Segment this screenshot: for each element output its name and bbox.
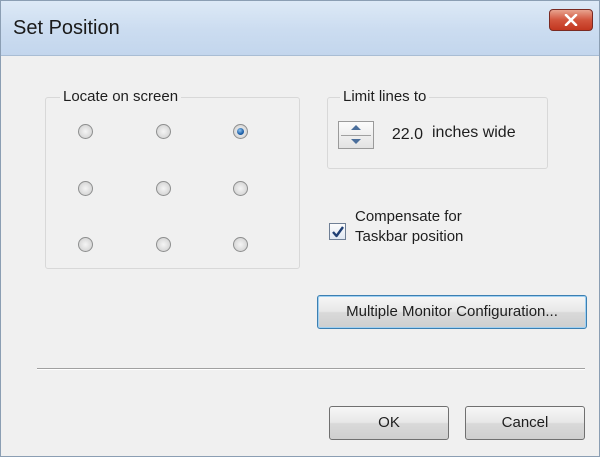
set-position-dialog: Set Position Locate on screen Limit line… [0,0,600,457]
compensate-taskbar-checkbox[interactable] [329,223,346,240]
separator [37,368,585,370]
position-radio-bottom-center[interactable] [156,237,171,252]
width-value-field[interactable]: 22.0 [374,121,427,149]
cancel-button[interactable]: Cancel [465,406,585,440]
position-radio-top-right[interactable] [233,124,248,139]
compensate-taskbar-label[interactable]: Compensate for Taskbar position [355,207,463,247]
width-unit-label: inches wide [432,124,516,141]
position-radio-middle-left[interactable] [78,181,93,196]
compensate-label-line1: Compensate for [355,208,462,225]
locate-on-screen-label: Locate on screen [60,88,182,105]
spinner-down-arrow-icon[interactable] [351,139,361,144]
limit-lines-label: Limit lines to [340,88,430,105]
close-icon [564,14,578,26]
ok-button[interactable]: OK [329,406,449,440]
spinner-up-arrow-icon[interactable] [351,125,361,130]
position-radio-top-left[interactable] [78,124,93,139]
position-radio-bottom-left[interactable] [78,237,93,252]
position-radio-middle-center[interactable] [156,181,171,196]
title-bar[interactable]: Set Position [1,1,599,56]
width-spinner[interactable] [338,121,374,149]
position-radio-top-center[interactable] [156,124,171,139]
window-title: Set Position [13,17,120,39]
position-radio-bottom-right[interactable] [233,237,248,252]
position-radio-middle-right[interactable] [233,181,248,196]
compensate-label-line2: Taskbar position [355,228,464,245]
multiple-monitor-configuration-button[interactable]: Multiple Monitor Configuration... [317,295,587,329]
checkmark-icon [332,226,344,238]
close-button[interactable] [549,9,593,31]
